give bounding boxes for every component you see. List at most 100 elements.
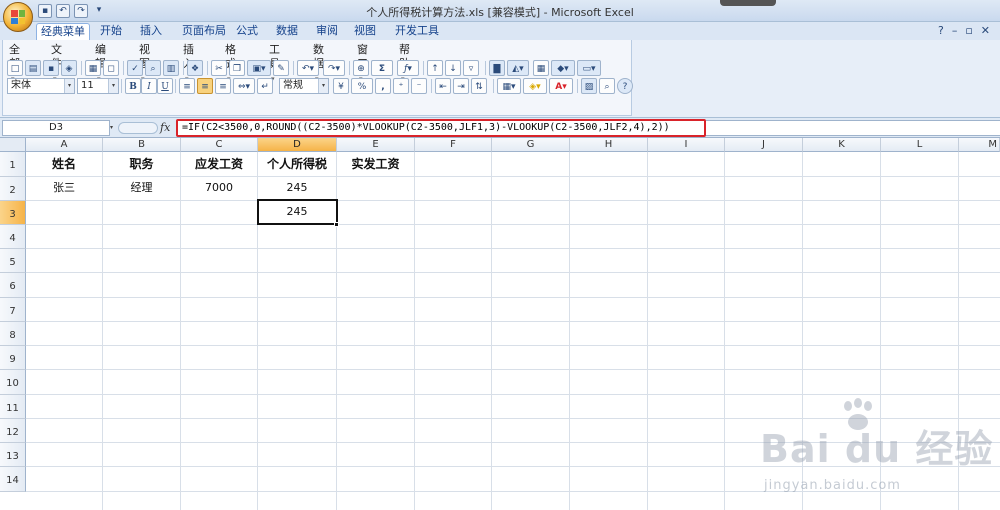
tab-insert[interactable]: 插入 (136, 23, 166, 40)
redo-icon[interactable]: ↷▾ (323, 60, 345, 76)
select-all-corner[interactable] (0, 138, 26, 152)
insert-function-icon[interactable]: fx (160, 119, 174, 137)
align-right-icon[interactable]: ≡ (215, 78, 231, 94)
row-header-5[interactable]: 5 (0, 249, 26, 273)
chart-wizard-icon[interactable]: ▇ (489, 60, 505, 76)
tab-view[interactable]: 视图 (350, 23, 380, 40)
help-icon[interactable]: ? (938, 24, 944, 37)
row-header-8[interactable]: 8 (0, 322, 26, 346)
spreadsheet-grid[interactable]: A B C D E F G H I J K L M 1 2 3 4 5 6 7 … (0, 138, 1000, 510)
open-icon[interactable]: ▤ (25, 60, 41, 76)
format-painter-icon[interactable]: ✎ (273, 60, 289, 76)
cut-icon[interactable]: ✂ (211, 60, 227, 76)
fill-color-icon[interactable]: ◈▾ (523, 78, 547, 94)
spelling-icon[interactable]: ✓ (127, 60, 143, 76)
row-header-4[interactable]: 4 (0, 225, 26, 249)
row-header-6[interactable]: 6 (0, 273, 26, 298)
drawing-icon[interactable]: ◭▾ (507, 60, 529, 76)
permission-icon[interactable]: ◈ (61, 60, 77, 76)
office-button[interactable] (3, 2, 33, 32)
tab-formulas[interactable]: 公式 (232, 23, 262, 40)
cell-a1[interactable]: 姓名 (26, 152, 102, 176)
tab-home[interactable]: 开始 (96, 23, 126, 40)
increase-decimal-icon[interactable]: ⁺ (393, 78, 409, 94)
tab-page-layout[interactable]: 页面布局 (176, 23, 232, 40)
column-header-a[interactable]: A (26, 138, 103, 152)
row-header-1[interactable]: 1 (0, 152, 26, 177)
sort-descending-icon[interactable]: ↓ (445, 60, 461, 76)
thesaurus-icon[interactable]: ❖ (187, 60, 203, 76)
zoom-icon[interactable]: ⌕ (599, 78, 615, 94)
cell-d1[interactable]: 个人所得税 (258, 152, 336, 176)
underline-button[interactable]: U (157, 78, 173, 94)
column-header-b[interactable]: B (103, 138, 181, 152)
paste-format-icon[interactable]: ▥ (163, 60, 179, 76)
row-header-11[interactable]: 11 (0, 395, 26, 419)
tab-classic-menu[interactable]: 经典菜单 (36, 23, 90, 40)
row-header-14[interactable]: 14 (0, 467, 26, 492)
highlight-icon[interactable]: ◆▾ (551, 60, 575, 76)
row-header-12[interactable]: 12 (0, 419, 26, 443)
decrease-decimal-icon[interactable]: ⁻ (411, 78, 427, 94)
currency-icon[interactable]: ¥ (333, 78, 349, 94)
column-header-l[interactable]: L (881, 138, 959, 152)
column-header-k[interactable]: K (803, 138, 881, 152)
autosum-icon[interactable]: Σ (371, 60, 393, 76)
align-left-icon[interactable]: ≡ (179, 78, 195, 94)
column-header-e[interactable]: E (337, 138, 415, 152)
cell-b2[interactable]: 经理 (103, 176, 180, 200)
research-icon[interactable]: ⌕ (145, 60, 161, 76)
decrease-indent-icon[interactable]: ⇤ (435, 78, 451, 94)
font-size-select[interactable]: 11 ▾ (77, 78, 119, 94)
comma-style-button[interactable]: , (375, 78, 391, 94)
text-direction-icon[interactable]: ⇅ (471, 78, 487, 94)
percent-style-button[interactable]: % (351, 78, 373, 94)
cell-a2[interactable]: 张三 (26, 176, 102, 200)
increase-indent-icon[interactable]: ⇥ (453, 78, 469, 94)
formula-bar-resizer[interactable] (118, 122, 158, 134)
row-header-2[interactable]: 2 (0, 177, 26, 201)
cell-e1[interactable]: 实发工资 (337, 152, 414, 176)
name-box-dropdown-icon[interactable]: ▾ (110, 120, 118, 136)
tab-data[interactable]: 数据 (272, 23, 302, 40)
merge-center-icon[interactable]: ⇔▾ (233, 78, 255, 94)
image-icon[interactable]: ▨ (581, 78, 597, 94)
help-icon[interactable]: ? (617, 78, 633, 94)
row-header-13[interactable]: 13 (0, 443, 26, 467)
column-header-f[interactable]: F (415, 138, 492, 152)
tab-review[interactable]: 审阅 (312, 23, 342, 40)
copy-icon[interactable]: ❐ (229, 60, 245, 76)
cell-e2[interactable] (337, 176, 414, 200)
cell-c2[interactable]: 7000 (181, 176, 257, 200)
column-header-j[interactable]: J (725, 138, 803, 152)
save-icon[interactable]: ▪ (43, 60, 59, 76)
column-header-i[interactable]: I (648, 138, 725, 152)
column-header-d[interactable]: D (258, 138, 337, 152)
print-preview-icon[interactable]: ◻ (103, 60, 119, 76)
tab-developer[interactable]: 开发工具 (390, 23, 444, 40)
column-header-h[interactable]: H (570, 138, 648, 152)
row-header-3[interactable]: 3 (0, 201, 26, 225)
row-header-9[interactable]: 9 (0, 346, 26, 370)
column-header-g[interactable]: G (492, 138, 570, 152)
hyperlink-icon[interactable]: ⊕ (353, 60, 369, 76)
font-name-select[interactable]: 宋体 ▾ (7, 78, 75, 94)
formula-input[interactable]: =IF(C2<3500,0,ROUND((C2-3500)*VLOOKUP(C2… (176, 119, 706, 137)
folder-icon[interactable]: ▭▾ (577, 60, 601, 76)
number-format-select[interactable]: 常规 ▾ (279, 78, 329, 94)
fill-handle[interactable] (334, 222, 339, 227)
print-icon[interactable]: ▦ (85, 60, 101, 76)
undo-icon[interactable]: ↶▾ (297, 60, 319, 76)
column-header-c[interactable]: C (181, 138, 258, 152)
align-center-icon[interactable]: ≡ (197, 78, 213, 94)
cell-b1[interactable]: 职务 (103, 152, 180, 176)
minimize-ribbon-icon[interactable]: – (952, 24, 958, 37)
column-header-m[interactable]: M (959, 138, 1000, 152)
new-icon[interactable]: □ (7, 60, 23, 76)
sort-ascending-icon[interactable]: ↑ (427, 60, 443, 76)
wrap-text-icon[interactable]: ↵ (257, 78, 273, 94)
bold-button[interactable]: B (125, 78, 141, 94)
cell-d2[interactable]: 245 (258, 176, 336, 200)
italic-button[interactable]: I (141, 78, 157, 94)
font-color-button[interactable]: A▾ (549, 78, 573, 94)
